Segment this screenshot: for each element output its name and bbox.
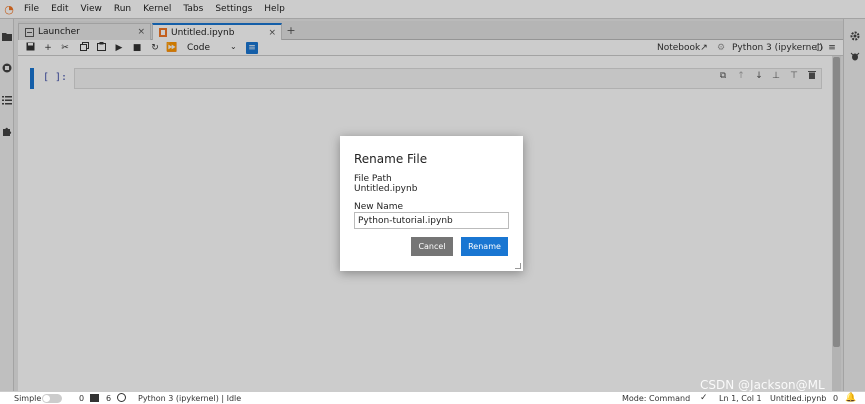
watermark: CSDN @Jackson@ML [700, 378, 825, 392]
bell-icon[interactable]: 🔔 [845, 394, 856, 403]
cancel-button[interactable]: Cancel [411, 237, 453, 256]
new-name-label: New Name [354, 202, 404, 212]
rename-button[interactable]: Rename [461, 237, 508, 256]
file-path-label: File Path [354, 174, 392, 184]
cursor-position[interactable]: Ln 1, Col 1 [719, 394, 762, 403]
mode-indicator: Mode: Command [622, 394, 691, 403]
status-bar: Simple 0 6 Python 3 (ipykernel) | Idle M… [0, 391, 865, 404]
rename-file-dialog: Rename File File Path Untitled.ipynb New… [340, 136, 523, 271]
kernel-running-icon [117, 393, 126, 402]
kernel-status[interactable]: Python 3 (ipykernel) | Idle [138, 394, 241, 403]
check-icon: ✓ [700, 393, 708, 403]
resize-grip-icon[interactable] [515, 263, 521, 269]
kernels-count[interactable]: 6 [106, 394, 111, 403]
simple-mode-toggle[interactable] [42, 394, 62, 403]
simple-mode-label: Simple [14, 394, 42, 403]
current-file-name: Untitled.ipynb [770, 394, 827, 403]
dialog-title: Rename File [354, 152, 428, 166]
terminal-icon [90, 394, 99, 402]
terminals-count[interactable]: 0 [79, 394, 84, 403]
new-name-input[interactable] [354, 212, 509, 229]
notifications-count[interactable]: 0 [833, 394, 838, 403]
file-path-value: Untitled.ipynb [354, 184, 418, 194]
toggle-knob [43, 395, 50, 402]
